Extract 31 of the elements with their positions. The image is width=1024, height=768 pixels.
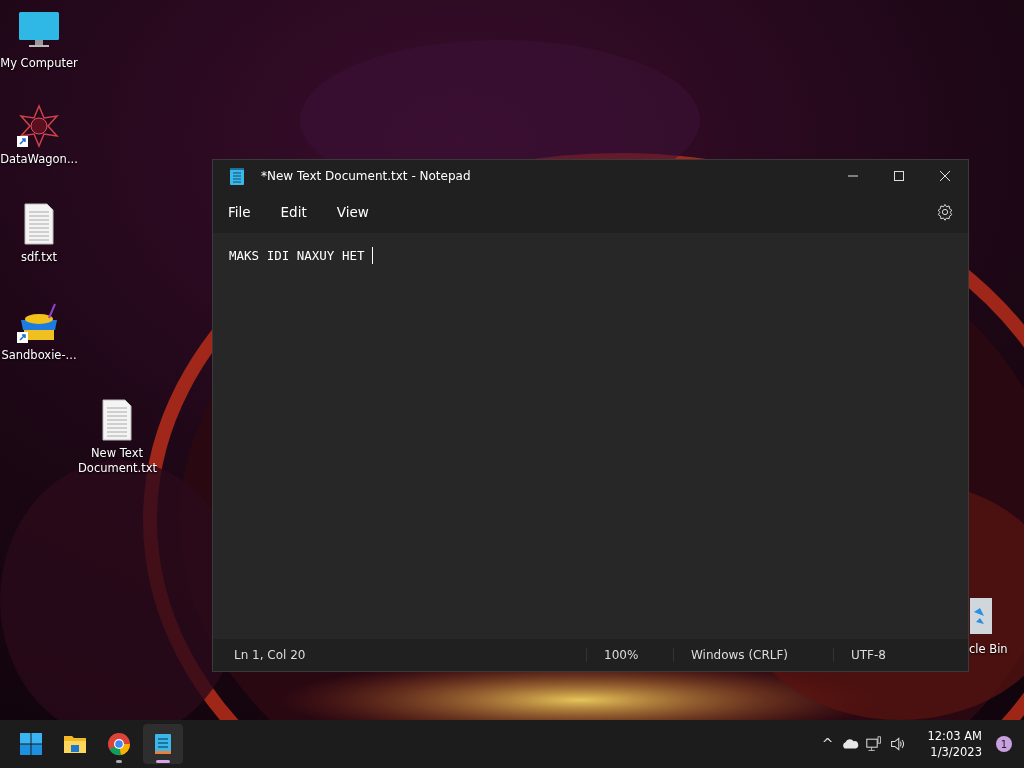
notification-badge[interactable]: 1	[996, 736, 1012, 752]
menu-item[interactable]: View	[327, 200, 378, 224]
notepad-icon	[229, 166, 245, 185]
menu-item[interactable]: File	[219, 200, 260, 224]
taskbar-button[interactable]	[143, 724, 183, 764]
clock[interactable]: 12:03 AM 1/3/2023	[913, 728, 990, 760]
cloud-icon[interactable]	[841, 736, 860, 752]
icon-label: cle Bin	[969, 642, 1008, 656]
status-item: UTF-8	[850, 648, 886, 662]
document-text: MAKS IDI NAXUY HET	[229, 248, 366, 263]
icon-label: Sandboxie-...	[1, 348, 77, 363]
status-item: 100%	[586, 648, 674, 662]
menu-item[interactable]: Edit	[271, 200, 316, 224]
close-icon	[939, 169, 951, 182]
status-item: Windows (CRLF)	[674, 648, 834, 662]
maximize-icon	[893, 169, 905, 182]
icon-label: New Text Document.txt	[78, 446, 156, 476]
status-item: Ln 1, Col 20	[233, 648, 307, 662]
recycle-bin-icon[interactable]	[970, 596, 992, 636]
four-squares-icon	[19, 732, 43, 756]
text-cursor	[372, 247, 373, 264]
icon-label: sdf.txt	[21, 250, 57, 265]
icon-label: My Computer	[0, 56, 78, 71]
text-editor[interactable]: MAKS IDI NAXUY HET	[213, 233, 968, 639]
show-hidden-icons-button[interactable]: ^	[819, 736, 836, 752]
settings-icon[interactable]	[936, 203, 954, 221]
window-title: *New Text Document.txt - Notepad	[261, 168, 472, 183]
icon-label: DataWagon...	[0, 152, 78, 167]
network-icon[interactable]	[865, 736, 884, 752]
star-pattern-icon[interactable]	[17, 104, 61, 148]
browser-icon	[107, 732, 131, 756]
